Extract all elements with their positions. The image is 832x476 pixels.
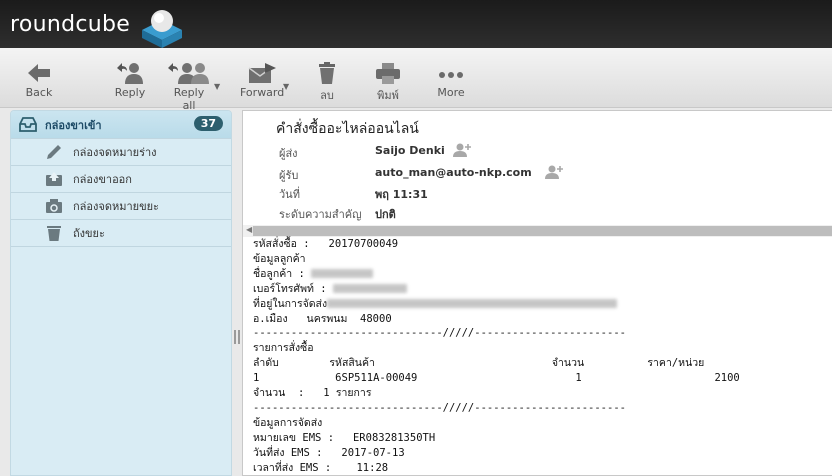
redacted-address bbox=[327, 299, 618, 309]
horizontal-scrollbar[interactable]: ◀ bbox=[243, 225, 832, 237]
items-heading: รายการสั่งซื้อ bbox=[253, 342, 314, 355]
scrollbar-thumb[interactable] bbox=[253, 226, 832, 236]
redacted-phone bbox=[332, 284, 407, 294]
to-label: ผู้รับ bbox=[279, 169, 299, 182]
folder-drafts[interactable]: กล่องจดหมายร่าง bbox=[11, 139, 231, 166]
date-value: พฤ 11:31 bbox=[375, 188, 428, 201]
forward-button[interactable]: Forward bbox=[240, 62, 284, 99]
from-value[interactable]: Saijo Denki bbox=[375, 144, 445, 157]
ship-time-line: เวลาที่ส่ง EMS : 11:28 bbox=[253, 461, 389, 474]
reply-all-dropdown-icon[interactable]: ▼ bbox=[214, 82, 220, 91]
inbox-icon bbox=[19, 117, 37, 132]
scroll-left-icon[interactable]: ◀ bbox=[246, 225, 252, 234]
more-dots-icon bbox=[439, 72, 463, 78]
roundcube-logo-icon bbox=[142, 10, 182, 48]
items-table-header: ลำดับ รหัสสินค้า จำนวน ราคา/หน่วย bbox=[253, 357, 705, 370]
folder-trash-label: ถังขยะ bbox=[73, 227, 105, 240]
message-header: คำสั่งซื้ออะไหล่ออนไลน์ ผู้ส่ง Saijo Den… bbox=[243, 111, 832, 223]
folder-inbox-label: กล่องขาเข้า bbox=[45, 118, 102, 132]
message-toolbar: Back Reply Reply all ▼ Forward ▼ ลบ พิมพ… bbox=[0, 48, 832, 112]
pane-splitter-handle[interactable] bbox=[234, 330, 240, 344]
message-subject: คำสั่งซื้ออะไหล่ออนไลน์ bbox=[276, 121, 419, 137]
folder-trash[interactable]: ถังขยะ bbox=[11, 220, 231, 247]
delete-button[interactable]: ลบ bbox=[312, 62, 342, 104]
pencil-icon bbox=[47, 145, 61, 159]
trash-icon bbox=[47, 226, 61, 241]
message-body: รหัสสั่งซื้อ : 20170700049 ข้อมูลลูกค้าชื… bbox=[253, 237, 832, 475]
to-value[interactable]: auto_man@auto-nkp.com bbox=[375, 166, 532, 179]
folder-junk[interactable]: กล่องจดหมายขยะ bbox=[11, 193, 231, 220]
folder-junk-label: กล่องจดหมายขยะ bbox=[73, 200, 159, 213]
reply-all-label: Reply all bbox=[173, 86, 205, 112]
reply-all-button[interactable]: Reply all bbox=[166, 62, 212, 112]
back-label: Back bbox=[25, 86, 53, 99]
forward-icon bbox=[248, 63, 276, 83]
district-line: อ.เมือง นครพนม 48000 bbox=[253, 312, 392, 325]
priority-value: ปกติ bbox=[375, 208, 396, 221]
phone-line: เบอร์โทรศัพท์ : bbox=[253, 282, 832, 297]
item-row: 1 6SP511A-00049 1 2100 bbox=[253, 372, 740, 385]
unread-count-badge: 37 bbox=[193, 116, 223, 131]
tracking-number-line: หมายเลข EMS : ER083281350TH bbox=[253, 431, 436, 444]
items-total-line: จำนวน : 1 รายการ bbox=[253, 387, 372, 400]
address-line: ที่อยู่ในการจัดส่ง bbox=[253, 297, 832, 312]
priority-label: ระดับความสำคัญ bbox=[279, 208, 362, 221]
back-arrow-icon bbox=[28, 64, 50, 82]
divider-1: ------------------------------/////-----… bbox=[253, 327, 626, 340]
outbox-icon bbox=[46, 172, 62, 186]
customer-heading: ข้อมูลลูกค้า bbox=[253, 252, 306, 265]
app-logo[interactable]: roundcube bbox=[10, 12, 130, 37]
message-view: คำสั่งซื้ออะไหล่ออนไลน์ ผู้ส่ง Saijo Den… bbox=[242, 110, 832, 476]
reply-icon bbox=[117, 63, 143, 84]
top-header: roundcube bbox=[0, 0, 832, 48]
forward-dropdown-icon[interactable]: ▼ bbox=[283, 82, 289, 91]
add-contact-icon[interactable] bbox=[453, 143, 471, 157]
reply-label: Reply bbox=[114, 86, 146, 99]
folder-sent-label: กล่องขาออก bbox=[73, 173, 132, 186]
folder-sent[interactable]: กล่องขาออก bbox=[11, 166, 231, 193]
folder-list: กล่องขาเข้า 37 กล่องจดหมายร่าง กล่องขาออ… bbox=[10, 110, 232, 476]
junk-icon bbox=[46, 199, 62, 213]
order-number-line: รหัสสั่งซื้อ : 20170700049 bbox=[253, 238, 399, 250]
trash-icon bbox=[319, 62, 335, 84]
redacted-name bbox=[311, 269, 374, 279]
divider-2: ------------------------------/////-----… bbox=[253, 401, 626, 414]
printer-icon bbox=[376, 63, 400, 84]
folder-drafts-label: กล่องจดหมายร่าง bbox=[73, 146, 157, 159]
add-contact-icon[interactable] bbox=[545, 165, 563, 179]
shipping-heading: ข้อมูลการจัดส่ง bbox=[253, 416, 323, 429]
reply-button[interactable]: Reply bbox=[112, 62, 148, 99]
more-button[interactable]: More bbox=[436, 62, 466, 99]
reply-all-icon bbox=[168, 63, 209, 84]
customer-name-line: ชื่อลูกค้า : bbox=[253, 267, 832, 282]
print-button[interactable]: พิมพ์ bbox=[372, 62, 404, 104]
delete-label: ลบ bbox=[320, 89, 334, 102]
more-label: More bbox=[437, 86, 465, 99]
from-label: ผู้ส่ง bbox=[279, 147, 298, 160]
back-button[interactable]: Back bbox=[24, 62, 54, 99]
forward-label: Forward bbox=[240, 86, 285, 99]
folder-inbox[interactable]: กล่องขาเข้า 37 bbox=[11, 111, 231, 139]
ship-date-line: วันที่ส่ง EMS : 2017-07-13 bbox=[253, 446, 405, 459]
date-label: วันที่ bbox=[279, 188, 300, 201]
print-label: พิมพ์ bbox=[377, 89, 399, 102]
